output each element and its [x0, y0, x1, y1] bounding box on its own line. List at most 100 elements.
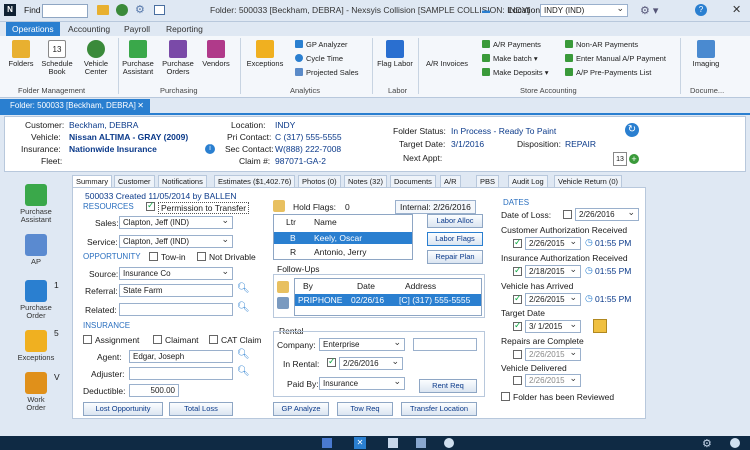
repairs-complete-checkbox[interactable]	[513, 350, 522, 359]
make-batch-button[interactable]: Make batch ▾	[482, 54, 538, 64]
date-of-loss-input[interactable]: 2/26/2016	[575, 208, 639, 221]
document-tab[interactable]: Folder: 500033 [Beckham, DEBRA] ✕	[0, 99, 150, 113]
repairs-complete-date[interactable]: 2/26/2015	[525, 348, 581, 361]
customer-value[interactable]: Beckham, DEBRA	[69, 120, 138, 130]
vehicle-value[interactable]: Nissan ALTIMA - GRAY (2009)	[69, 132, 188, 142]
vendors-button[interactable]: Vendors	[200, 40, 232, 68]
tow-req-button[interactable]: Tow Req	[337, 402, 393, 416]
rental-extra-input[interactable]	[413, 338, 477, 351]
assignment-checkbox[interactable]	[83, 335, 92, 344]
tab-customer[interactable]: Customer	[114, 175, 155, 187]
source-select[interactable]: Insurance Co	[119, 267, 233, 280]
paid-by-select[interactable]: Insurance	[319, 377, 405, 390]
folder-icon[interactable]	[97, 5, 109, 15]
exceptions-button[interactable]: Exceptions	[244, 40, 286, 68]
schedule-book-button[interactable]: 13 Schedule Book	[38, 40, 76, 76]
pencil-icon[interactable]	[273, 200, 285, 212]
insurance-value[interactable]: Nationwide Insurance	[69, 144, 157, 154]
phone-icon[interactable]	[416, 438, 426, 448]
make-deposits-button[interactable]: Make Deposits ▾	[482, 68, 548, 78]
cust-auth-time[interactable]: 01:55 PM	[595, 238, 631, 248]
close-icon[interactable]: ✕	[732, 3, 741, 16]
total-loss-button[interactable]: Total Loss	[169, 402, 233, 416]
table-row[interactable]: R Antonio, Jerry	[274, 246, 412, 258]
calendar-icon[interactable]	[388, 438, 398, 448]
tab-pbs[interactable]: PBS	[476, 175, 500, 187]
info-icon[interactable]: i	[205, 144, 215, 154]
nonar-payments-button[interactable]: Non-AR Payments	[565, 40, 638, 50]
enter-manual-ap-button[interactable]: Enter Manual A/P Payment	[565, 54, 666, 64]
vehicle-center-button[interactable]: Vehicle Center	[78, 40, 114, 76]
in-rental-date[interactable]: 2/26/2016	[339, 357, 403, 370]
cat-claim-checkbox[interactable]	[209, 335, 218, 344]
company-select[interactable]: Enterprise	[319, 338, 405, 351]
gp-analyze-button[interactable]: GP Analyze	[273, 402, 329, 416]
tab-photos[interactable]: Photos (0)	[298, 175, 341, 187]
date-of-loss-checkbox[interactable]	[563, 210, 572, 219]
delivered-checkbox[interactable]	[513, 376, 522, 385]
add-appointment-icon[interactable]: +	[629, 154, 639, 164]
note-icon[interactable]	[277, 281, 289, 293]
find-input[interactable]	[42, 4, 88, 18]
tab-vehicle-return[interactable]: Vehicle Return (0)	[554, 175, 623, 187]
tow-in-checkbox[interactable]	[149, 252, 158, 261]
cust-auth-date[interactable]: 2/26/2015	[525, 237, 581, 250]
tab-operations[interactable]: Operations	[6, 22, 60, 36]
target-date-input[interactable]: 3/ 1/2015	[525, 320, 581, 333]
ins-auth-time[interactable]: 01:55 PM	[595, 266, 631, 276]
user-account-icon[interactable]	[730, 438, 740, 448]
in-rental-checkbox[interactable]	[327, 356, 336, 367]
service-select[interactable]: Clapton, Jeff (IND)	[119, 235, 233, 248]
table-row[interactable]: B Keely, Oscar	[274, 232, 412, 244]
sidebar-item-ap[interactable]: AP	[6, 234, 66, 266]
folder-reviewed-checkbox[interactable]	[501, 392, 510, 401]
not-drivable-checkbox[interactable]	[197, 252, 206, 261]
search-icon[interactable]: 🔍︎	[237, 366, 250, 377]
sidebar-item-purchase-assistant[interactable]: Purchase Assistant	[6, 184, 66, 224]
ins-auth-date[interactable]: 2/18/2015	[525, 265, 581, 278]
lost-opportunity-button[interactable]: Lost Opportunity	[83, 402, 163, 416]
referral-input[interactable]: State Farm	[119, 284, 233, 297]
ar-payments-button[interactable]: A/R Payments	[482, 40, 541, 50]
purchase-assistant-button[interactable]: Purchase Assistant	[120, 40, 156, 76]
save-icon[interactable]	[322, 438, 332, 448]
adjuster-input[interactable]	[129, 367, 233, 380]
cycle-time-button[interactable]: Cycle Time	[295, 54, 343, 64]
user-icon[interactable]	[444, 438, 454, 448]
window-icon[interactable]	[154, 5, 165, 15]
tab-payroll[interactable]: Payroll	[118, 22, 156, 36]
close-icon[interactable]: ✕	[354, 437, 366, 449]
permission-transfer-checkbox[interactable]	[146, 200, 155, 211]
search-icon[interactable]: 🔍︎	[237, 302, 250, 313]
cust-auth-checkbox[interactable]	[513, 237, 522, 248]
close-icon[interactable]: ✕	[137, 99, 144, 113]
projected-sales-button[interactable]: Projected Sales	[295, 68, 359, 78]
agent-input[interactable]: Edgar, Joseph	[129, 350, 233, 363]
tab-notes[interactable]: Notes (32)	[344, 175, 388, 187]
labor-flags-button[interactable]: Labor Flags	[427, 232, 483, 246]
tab-ar[interactable]: A/R	[440, 175, 461, 187]
imaging-button[interactable]: Imaging	[688, 40, 724, 68]
repair-plan-button[interactable]: Repair Plan	[427, 250, 483, 264]
settings-icon[interactable]: ⚙	[702, 437, 712, 450]
claimant-checkbox[interactable]	[153, 335, 162, 344]
table-row[interactable]: PRIPHONE 02/26/16 [C] (317) 555-5555	[295, 294, 481, 306]
deductible-input[interactable]: 500.00	[129, 384, 179, 397]
ar-invoices-button[interactable]: A/R Invoices	[424, 60, 470, 68]
gear-menu-icon[interactable]: ⚙ ▾	[640, 4, 658, 17]
pri-contact-value[interactable]: C (317) 555-5555	[275, 132, 342, 142]
vehicle-icon[interactable]	[116, 4, 128, 16]
delivered-date[interactable]: 2/26/2015	[525, 374, 581, 387]
tab-summary[interactable]: Summary	[72, 175, 113, 187]
arrived-checkbox[interactable]	[513, 293, 522, 304]
labor-alloc-button[interactable]: Labor Alloc	[427, 214, 483, 228]
tab-documents[interactable]: Documents	[390, 175, 436, 187]
calendar-icon[interactable]: 13	[613, 152, 627, 166]
search-icon[interactable]: 🔍︎	[237, 349, 250, 360]
location-select[interactable]: INDY (IND)	[540, 4, 628, 17]
tab-notifications[interactable]: Notifications	[158, 175, 207, 187]
arrived-date[interactable]: 2/26/2015	[525, 293, 581, 306]
help-icon[interactable]: ?	[695, 4, 707, 16]
gp-analyzer-button[interactable]: GP Analyzer	[295, 40, 348, 50]
tab-reporting[interactable]: Reporting	[160, 22, 209, 36]
